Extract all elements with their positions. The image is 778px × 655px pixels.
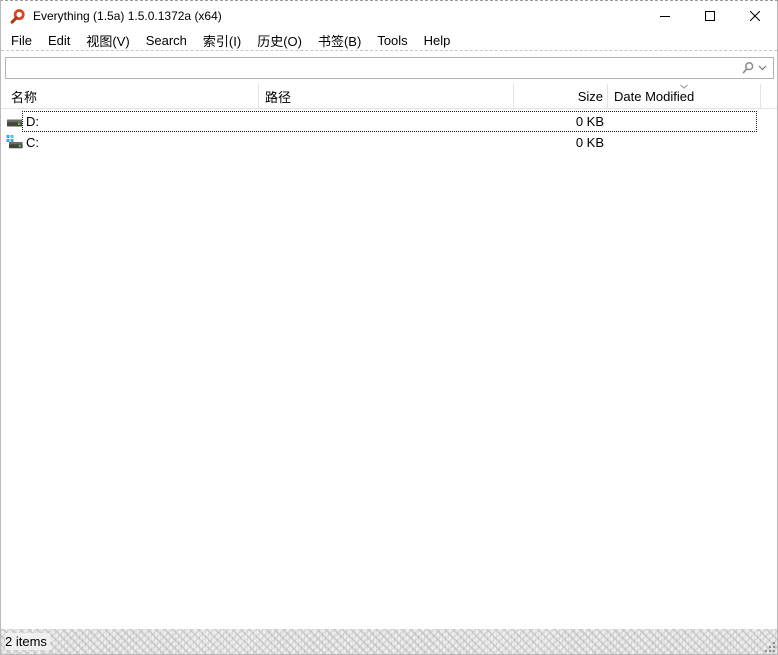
name-cell: D: bbox=[1, 113, 259, 130]
column-header-name[interactable]: 名称 bbox=[1, 84, 259, 108]
menu-item-edit[interactable]: Edit bbox=[40, 32, 78, 49]
minimize-icon bbox=[659, 16, 670, 17]
minimize-button[interactable] bbox=[642, 1, 687, 31]
hard-drive-icon bbox=[7, 119, 22, 127]
name-cell: C: bbox=[1, 134, 259, 151]
column-header-path[interactable]: 路径 bbox=[259, 84, 514, 108]
close-button[interactable] bbox=[732, 1, 777, 31]
table-row-drive-c[interactable]: C: 0 KB bbox=[1, 132, 777, 153]
size-cell: 0 KB bbox=[575, 114, 604, 129]
maximize-icon bbox=[704, 11, 715, 21]
drive-label: C: bbox=[26, 135, 39, 150]
table-row-drive-d[interactable]: D: 0 KB bbox=[1, 111, 777, 132]
close-icon bbox=[749, 11, 760, 21]
search-input[interactable] bbox=[6, 58, 739, 78]
menu-item-file[interactable]: File bbox=[3, 32, 40, 49]
column-header-size[interactable]: Size bbox=[514, 84, 608, 108]
column-label: 路径 bbox=[265, 89, 292, 105]
title-bar[interactable]: Everything (1.5a) 1.5.0.1372a (x64) bbox=[1, 1, 777, 31]
drive-label: D: bbox=[26, 114, 39, 129]
menu-item-tools[interactable]: Tools bbox=[369, 32, 415, 49]
menu-item-help[interactable]: Help bbox=[416, 32, 459, 49]
menu-item-index[interactable]: 索引(I) bbox=[195, 30, 249, 51]
search-area bbox=[1, 51, 777, 84]
window-title: Everything (1.5a) 1.5.0.1372a (x64) bbox=[33, 9, 222, 23]
window-controls bbox=[642, 1, 777, 31]
results-list: D: 0 KB C: 0 KB bbox=[1, 109, 777, 629]
item-count: 2 items bbox=[5, 633, 50, 650]
chevron-down-icon bbox=[758, 65, 767, 71]
search-icon bbox=[742, 62, 754, 74]
menu-item-bookmarks[interactable]: 书签(B) bbox=[310, 30, 369, 51]
search-dropdown-button[interactable] bbox=[739, 58, 773, 78]
menu-bar: File Edit 视图(V) Search 索引(I) 历史(O) 书签(B)… bbox=[1, 31, 777, 51]
column-header-date-modified[interactable]: Date Modified bbox=[608, 84, 761, 108]
everything-app-icon bbox=[10, 8, 25, 24]
column-label: Date Modified bbox=[614, 88, 695, 104]
search-box bbox=[5, 57, 774, 79]
list-header: 名称 路径 Size Date Modified bbox=[1, 84, 777, 109]
maximize-button[interactable] bbox=[687, 1, 732, 31]
menu-item-history[interactable]: 历史(O) bbox=[249, 30, 310, 51]
menu-item-search[interactable]: Search bbox=[138, 32, 195, 49]
sort-desc-icon bbox=[680, 84, 689, 89]
column-label: 名称 bbox=[11, 89, 38, 105]
system-drive-icon bbox=[6, 135, 23, 149]
status-bar: 2 items bbox=[1, 629, 777, 654]
menu-item-view[interactable]: 视图(V) bbox=[78, 30, 137, 51]
size-cell: 0 KB bbox=[575, 135, 604, 150]
column-label: Size bbox=[577, 88, 603, 104]
column-header-filler bbox=[761, 84, 777, 108]
resize-grip-icon[interactable] bbox=[762, 639, 775, 652]
everything-window: Everything (1.5a) 1.5.0.1372a (x64) File… bbox=[0, 0, 778, 655]
